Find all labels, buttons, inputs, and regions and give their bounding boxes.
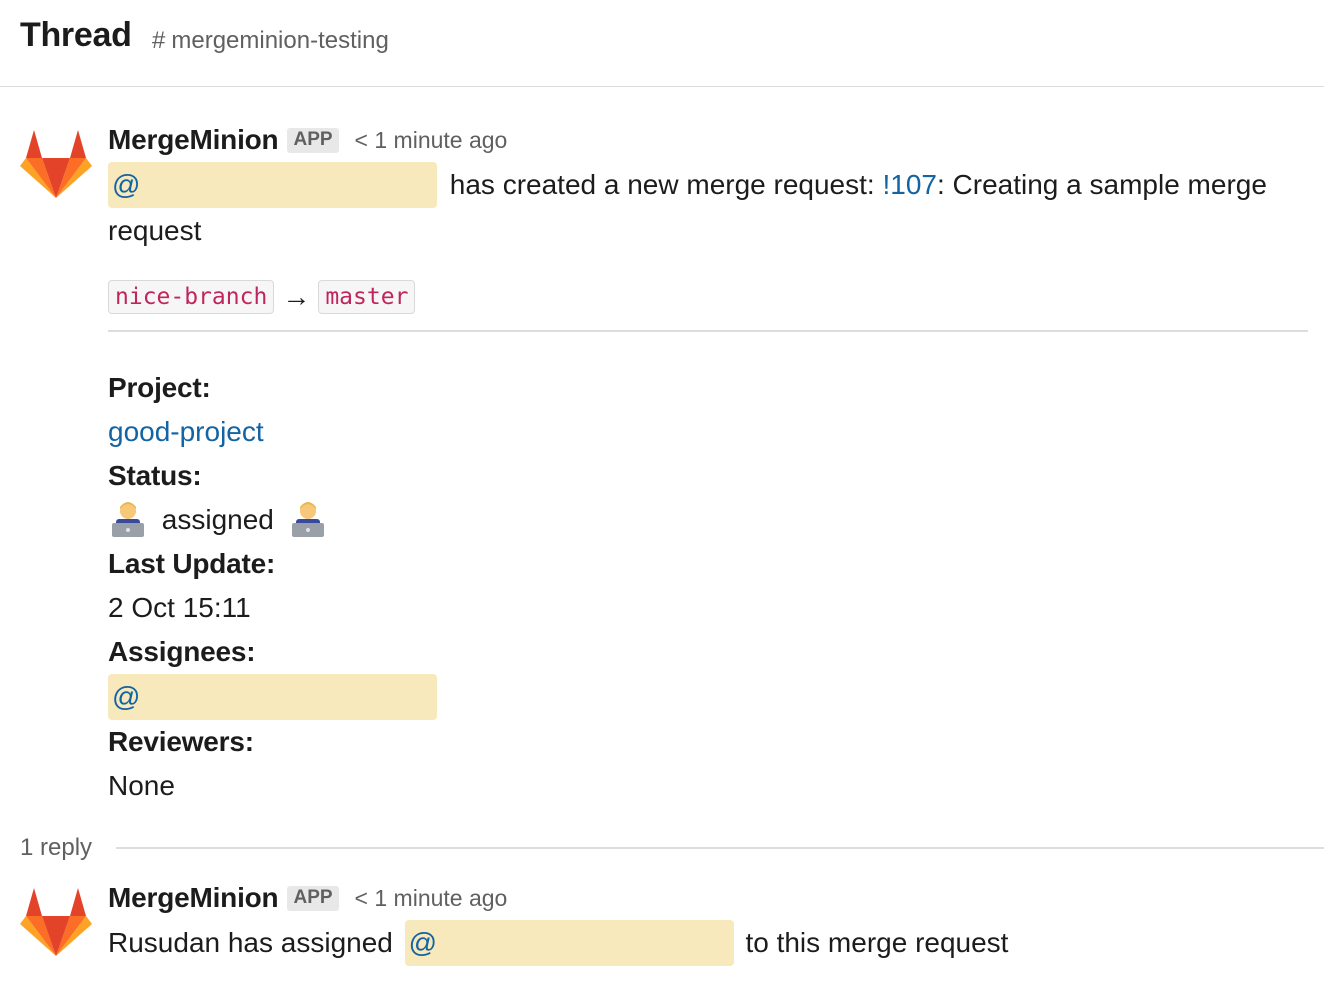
message-text-part: : Creating a sample merge: [936, 169, 1267, 200]
message-text-wrap: request: [108, 215, 202, 246]
message-body: MergeMinion APP < 1 minute ago Rusudan h…: [108, 880, 1308, 966]
status-label: Status:: [108, 459, 202, 491]
attachment-divider: [108, 330, 1308, 332]
message-text-part: has created a new merge request:: [449, 169, 875, 200]
app-badge: APP: [287, 885, 339, 911]
target-branch: master: [318, 280, 416, 314]
message-text-part: to this merge request: [745, 927, 1009, 958]
source-branch: nice-branch: [108, 280, 275, 314]
mr-fields: Project: good-project Status: assigned L…: [108, 366, 1308, 808]
reply-count: 1 reply: [20, 834, 93, 861]
gitlab-fox-avatar[interactable]: [20, 126, 92, 198]
status-value: assigned: [161, 503, 274, 535]
gitlab-fox-avatar[interactable]: [20, 884, 92, 956]
thread-title: Thread: [20, 16, 132, 54]
reviewers-label: Reviewers:: [108, 725, 254, 757]
project-link[interactable]: good-project: [108, 410, 1308, 454]
branch-row: nice-branch → master: [108, 280, 1308, 314]
user-mention[interactable]: @: [108, 162, 437, 208]
message-body: MergeMinion APP < 1 minute ago @ has cre…: [108, 122, 1308, 808]
arrow-icon: →: [282, 281, 311, 312]
assignee-mention[interactable]: @: [108, 673, 437, 720]
reply-count-row: 1 reply: [20, 830, 1324, 866]
message-meta: MergeMinion APP < 1 minute ago: [108, 880, 1308, 916]
technologist-emoji-icon: [112, 501, 144, 537]
channel-name[interactable]: mergeminion-testing: [171, 27, 388, 55]
reply-divider: [116, 847, 1324, 849]
user-mention[interactable]: @: [404, 920, 734, 966]
channel-link[interactable]: # mergeminion-testing: [152, 27, 389, 55]
last-update-label: Last Update:: [108, 547, 276, 579]
timestamp[interactable]: < 1 minute ago: [355, 885, 508, 912]
assignees-label: Assignees:: [108, 635, 256, 667]
message-text: @ has created a new merge request: !107:…: [108, 162, 1308, 208]
app-badge: APP: [287, 127, 339, 153]
thread-header: Thread # mergeminion-testing: [0, 0, 1324, 87]
assignees-value: @: [108, 673, 1308, 720]
merge-request-link[interactable]: !107: [882, 169, 937, 200]
technologist-emoji-icon: [291, 501, 324, 537]
sender-name[interactable]: MergeMinion: [108, 124, 279, 156]
message-text: Rusudan has assigned @ to this merge req…: [108, 920, 1308, 966]
timestamp[interactable]: < 1 minute ago: [355, 127, 508, 154]
project-label: Project:: [108, 371, 211, 403]
reviewers-value: None: [108, 769, 175, 801]
status-value-row: assigned: [108, 498, 1308, 542]
message-text-part: Rusudan has assigned: [108, 927, 393, 958]
last-update-value: 2 Oct 15:11: [108, 591, 251, 623]
sender-name[interactable]: MergeMinion: [108, 882, 279, 914]
hash-icon: #: [152, 27, 166, 54]
message-meta: MergeMinion APP < 1 minute ago: [108, 122, 1308, 158]
